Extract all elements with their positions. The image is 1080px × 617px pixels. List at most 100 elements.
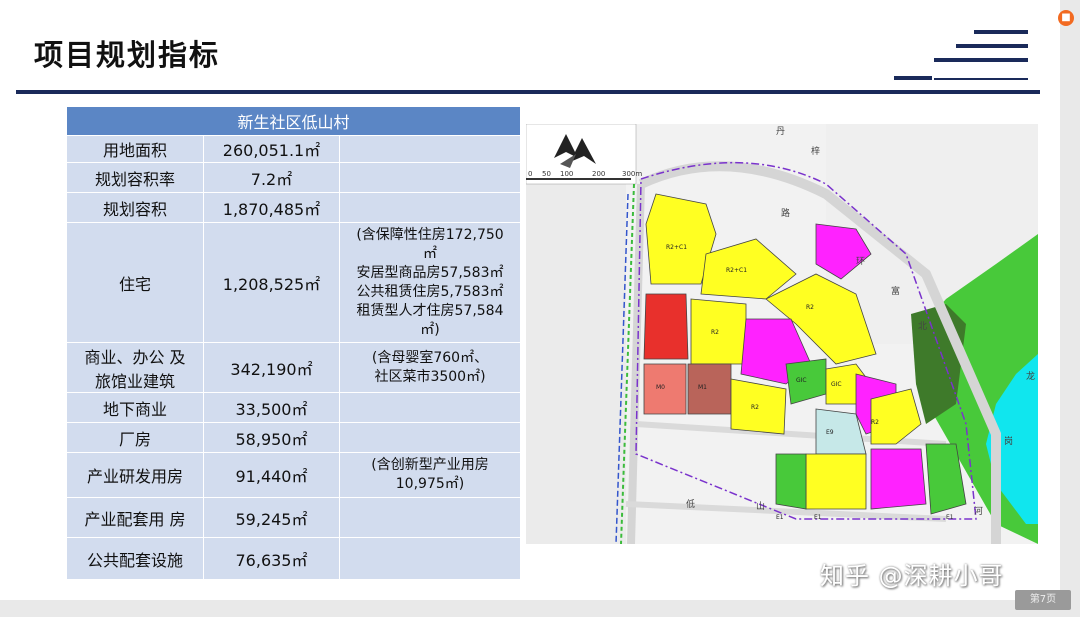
row-note — [339, 135, 521, 163]
page-number-badge[interactable]: 第7页 — [1015, 590, 1071, 610]
row-note — [339, 422, 521, 453]
row-label-text: 商业、办公 及 旅馆业建筑 — [84, 347, 186, 391]
row-note: (含保障性住房172,750 ㎡ 安居型商品房57,583㎡ 公共租赁住房5,7… — [339, 222, 521, 343]
row-label: 厂房 — [66, 422, 204, 453]
row-value-text: 1,208,525㎡ — [222, 274, 321, 294]
row-value: 260,051.1㎡ — [203, 135, 340, 163]
row-value-text: 260,051.1㎡ — [222, 141, 321, 160]
road-label: 富 — [891, 285, 900, 297]
road-label: 丹 — [776, 126, 785, 137]
row-note — [339, 537, 521, 580]
road-label: 路 — [781, 207, 790, 219]
row-note — [339, 392, 521, 423]
row-label-text: 规划容积率 — [94, 169, 175, 189]
site-plan-svg: 0 50 100 200 300m 丹梓路环富北龙岗河低 山 R2+C1R2+C… — [526, 124, 1038, 544]
row-label-text: 规划容积 — [102, 199, 167, 219]
road-label: 梓 — [811, 145, 820, 157]
row-label: 规划容积率 — [66, 162, 204, 193]
deco-bar-2 — [956, 44, 1028, 48]
parcel-label: M1 — [698, 384, 707, 391]
row-label-text: 用地面积 — [102, 141, 167, 160]
row-value: 1,870,485㎡ — [203, 192, 340, 223]
parcel-label: R2 — [711, 329, 719, 336]
parcel-label: R2 — [871, 419, 879, 426]
scale-label: 50 — [542, 170, 551, 178]
table-row: 产业研发用房 91,440㎡ (含创新型产业用房 10,975㎡) — [66, 452, 521, 498]
deco-bar-5 — [934, 78, 1028, 80]
road-label: 龙 — [1026, 370, 1035, 382]
table-row: 规划容积 1,870,485㎡ — [66, 192, 521, 223]
row-note: (含创新型产业用房 10,975㎡) — [339, 452, 521, 498]
parcel-label: R2 — [751, 404, 759, 411]
page-title: 项目规划指标 — [34, 38, 221, 72]
road-label: 河 — [974, 505, 983, 517]
table-row: 地下商业 33,500㎡ — [66, 392, 521, 423]
row-label: 规划容积 — [66, 192, 204, 223]
table-row: 住宅 1,208,525㎡ (含保障性住房172,750 ㎡ 安居型商品房57,58… — [66, 222, 521, 343]
row-label: 住宅 — [66, 222, 204, 343]
row-label: 商业、办公 及 旅馆业建筑 — [66, 342, 204, 393]
road-label: 岗 — [1004, 436, 1013, 447]
parcel-label: E1 — [814, 514, 822, 521]
row-note — [339, 162, 521, 193]
table-row: 商业、办公 及 旅馆业建筑 342,190㎡ (含母婴室760㎡、 社区菜市3500… — [66, 342, 521, 393]
road-label: 山 — [756, 501, 765, 512]
row-note-text: (含保障性住房172,750 ㎡ 安居型商品房57,583㎡ 公共租赁住房5,7… — [356, 226, 504, 338]
deco-bar-4 — [894, 76, 932, 80]
scale-label: 100 — [560, 170, 573, 178]
row-value: 33,500㎡ — [203, 392, 340, 423]
parcel-label: M0 — [656, 384, 665, 391]
row-note: (含母婴室760㎡、 社区菜市3500㎡) — [339, 342, 521, 393]
row-label: 用地面积 — [66, 135, 204, 163]
parcel-label: R2 — [806, 304, 814, 311]
scale-label: 300m — [622, 170, 642, 178]
row-label-text: 住宅 — [118, 274, 151, 294]
row-note-text: (含母婴室760㎡、 社区菜市3500㎡) — [371, 349, 489, 385]
row-value: 76,635㎡ — [203, 537, 340, 580]
row-value: 58,950㎡ — [203, 422, 340, 453]
row-value-text: 342,190㎡ — [230, 359, 313, 379]
row-note — [339, 497, 521, 538]
table-row: 规划容积率 7.2㎡ — [66, 162, 521, 193]
row-value-text: 91,440㎡ — [235, 467, 308, 486]
row-label-text: 厂房 — [118, 429, 151, 449]
parcel-label: R2+C1 — [726, 267, 747, 274]
app-badge-icon[interactable]: ■ — [1058, 10, 1074, 26]
parcel-label: E9 — [826, 429, 834, 436]
row-note — [339, 192, 521, 223]
row-value-text: 76,635㎡ — [235, 550, 308, 570]
scale-label: 200 — [592, 170, 605, 178]
row-label-text: 产业研发用房 — [86, 467, 183, 486]
planning-indicators-table: 新生社区低山村 用地面积 260,051.1㎡规划容积率 7.2㎡规划容积 1,870… — [66, 106, 521, 580]
row-value: 59,245㎡ — [203, 497, 340, 538]
deco-bar-1 — [974, 30, 1028, 34]
row-label-text: 产业配套用 房 — [84, 509, 186, 529]
slide: 项目规划指标 新生社区低山村 用地面积 260,051.1㎡ 规划容积率 7.2㎡ 规划… — [0, 0, 1060, 600]
table-header: 新生社区低山村 — [66, 106, 521, 136]
row-label-text: 地下商业 — [102, 399, 167, 419]
parcel-label: E1 — [776, 514, 784, 521]
row-value-text: 33,500㎡ — [235, 399, 308, 419]
row-value-text: 1,870,485㎡ — [222, 199, 321, 219]
row-value: 91,440㎡ — [203, 452, 340, 498]
parcel-label: R2+C1 — [666, 244, 687, 251]
table-row: 用地面积 260,051.1㎡ — [66, 135, 521, 163]
parcel-label: GIC — [796, 377, 807, 384]
road-label: 环 — [856, 256, 865, 267]
deco-bar-3 — [934, 58, 1028, 62]
parcel-label: GIC — [831, 381, 842, 388]
parcel-label: E1 — [946, 514, 954, 521]
row-value: 342,190㎡ — [203, 342, 340, 393]
site-plan-map: 0 50 100 200 300m 丹 梓 路 环 富 北 龙 岗 河 低 山 … — [526, 124, 1038, 544]
row-label-text: 公共配套设施 — [86, 550, 183, 570]
row-value-text: 7.2㎡ — [250, 169, 293, 189]
scale-label: 0 — [528, 170, 532, 178]
row-label: 产业研发用房 — [66, 452, 204, 498]
row-value: 1,208,525㎡ — [203, 222, 340, 343]
row-value: 7.2㎡ — [203, 162, 340, 193]
road-label: 北 — [918, 321, 927, 332]
row-note-text: (含创新型产业用房 10,975㎡) — [371, 457, 489, 492]
table-row: 厂房 58,950㎡ — [66, 422, 521, 453]
table-row: 公共配套设施 76,635㎡ — [66, 537, 521, 580]
row-label: 产业配套用 房 — [66, 497, 204, 538]
